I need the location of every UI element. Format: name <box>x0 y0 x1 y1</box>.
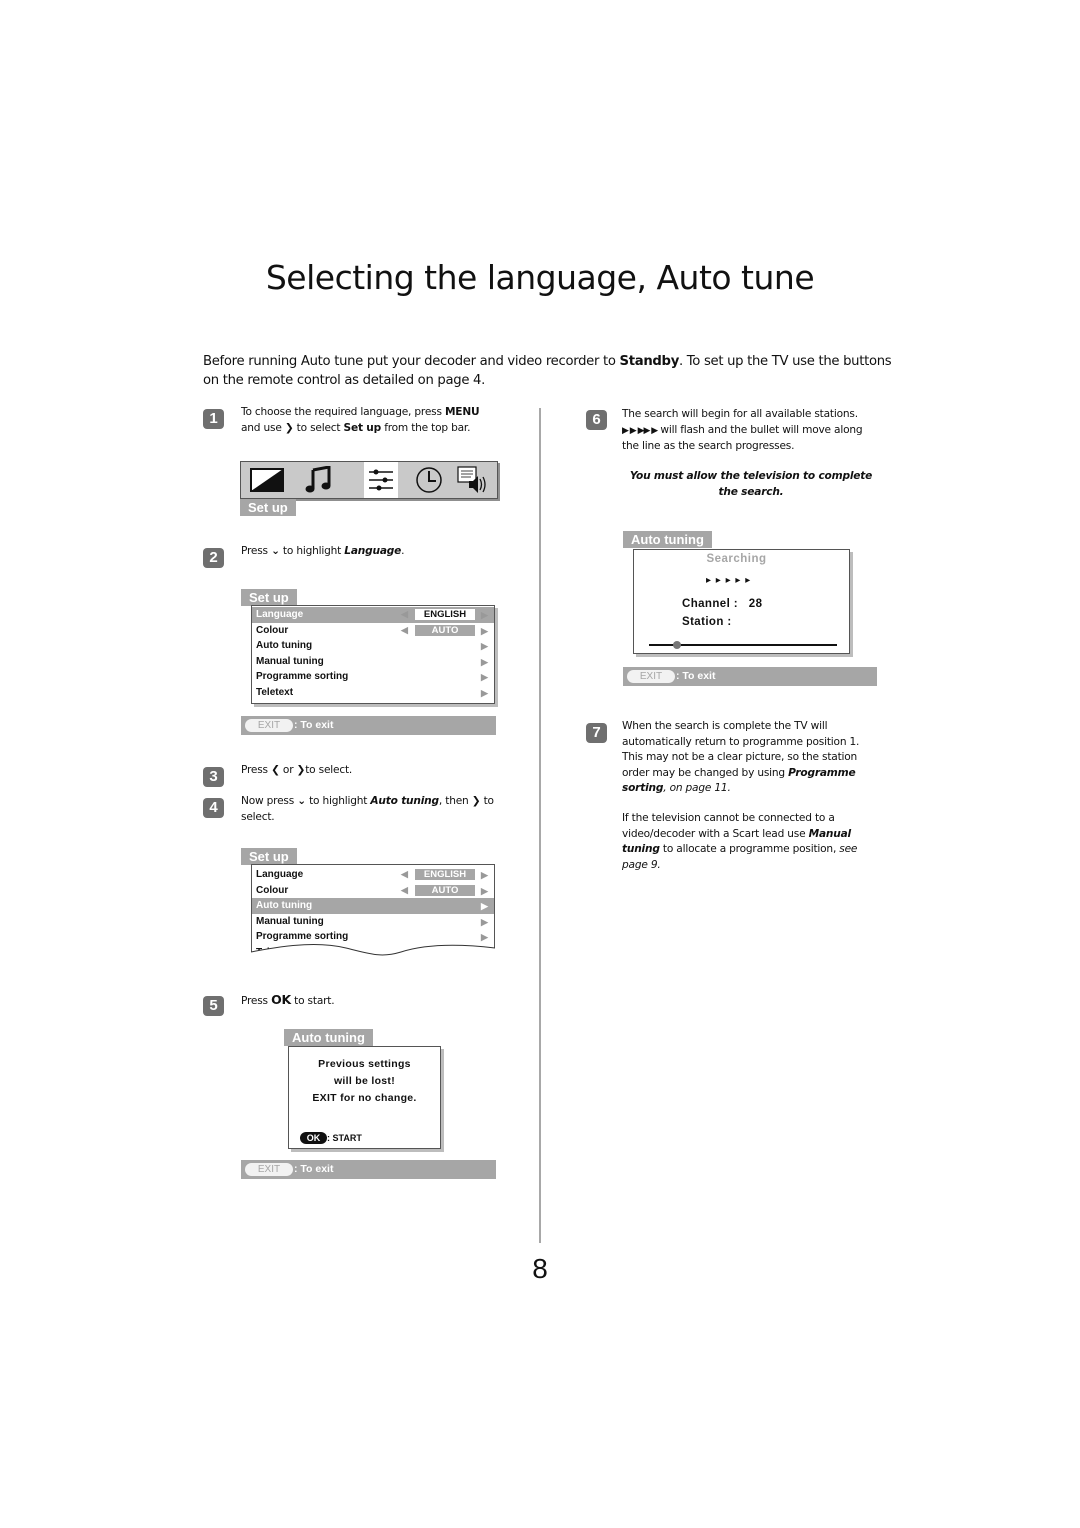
colour-value[interactable]: AUTO <box>415 884 475 896</box>
left-arrow-icon: ❮ <box>271 764 280 776</box>
step-badge-1: 1 <box>203 409 224 429</box>
right-arrow-icon[interactable]: ▶ <box>481 884 488 900</box>
column-divider <box>539 408 541 1243</box>
language-value[interactable]: ENGLISH <box>415 609 475 620</box>
auto-tuning-title: Auto tuning <box>284 1029 373 1047</box>
right-arrow-icon[interactable]: ▶ <box>481 868 488 884</box>
auto-tuning-search: Searching ▸ ▸ ▸ ▸ ▸ Channel : 28 Station… <box>633 549 850 654</box>
left-arrow-icon[interactable]: ◀ <box>401 623 408 639</box>
exit-bar: EXIT: To exit <box>623 667 877 686</box>
step-badge-6: 6 <box>586 410 607 430</box>
left-arrow-icon[interactable]: ◀ <box>401 883 408 899</box>
right-arrow-icon: ▶ <box>481 641 488 651</box>
right-arrow-icon: ▶ <box>481 916 488 927</box>
menu-row-auto-tuning[interactable]: Auto tuning ▶ <box>252 898 494 914</box>
search-progress-bullet <box>673 641 682 649</box>
step-badge-5: 5 <box>203 996 224 1016</box>
menu-top-bar <box>240 461 498 499</box>
menu-row-language[interactable]: Language ◀ ENGLISH ▶ <box>252 867 494 883</box>
search-arrows-icon: ▸ ▸ ▸ ▸ ▸ <box>706 575 752 586</box>
menu-row-auto-tuning[interactable]: Auto tuning ▶ <box>252 638 494 654</box>
page-number: 8 <box>532 1253 548 1284</box>
step-7-text: When the search is complete the TV will … <box>622 720 860 794</box>
right-arrow-icon: ▶ <box>481 687 488 698</box>
right-arrow-icon: ▶ <box>481 656 488 667</box>
colour-value[interactable]: AUTO <box>415 624 475 636</box>
channel-row: Channel : 28 <box>682 598 763 610</box>
down-arrow-icon: ⌄ <box>297 795 306 807</box>
setup-menu-auto-tuning: Language ◀ ENGLISH ▶ Colour ◀ AUTO ▶ Aut… <box>251 864 495 960</box>
torn-edge <box>251 944 495 960</box>
right-arrow-icon: ❯ <box>284 421 294 434</box>
ok-key[interactable]: OK <box>300 1132 327 1144</box>
exit-bar: EXIT: To exit <box>241 1160 496 1179</box>
step-badge-7: 7 <box>586 723 607 743</box>
right-arrow-icon[interactable]: ▶ <box>481 624 488 640</box>
auto-tuning-warning: Previous settings will be lost! EXIT for… <box>288 1046 441 1149</box>
page-title: Selecting the language, Auto tune <box>265 258 815 297</box>
menu-row-manual-tuning[interactable]: Manual tuning ▶ <box>252 914 494 930</box>
searching-status: Searching <box>706 553 767 565</box>
exit-key[interactable]: EXIT <box>245 1163 293 1176</box>
step-3-text: Press ❮ or ❯to select. <box>241 764 353 776</box>
step-badge-3: 3 <box>203 767 224 787</box>
down-arrow-icon: ⌄ <box>271 545 280 557</box>
step-7-note: If the television cannot be connected to… <box>622 812 858 871</box>
exit-key[interactable]: EXIT <box>245 719 293 732</box>
right-arrow-icon[interactable]: ▶ <box>481 608 488 624</box>
step-5-text: Press OK to start. <box>241 992 335 1007</box>
menu-row-language[interactable]: Language ◀ ENGLISH ▶ <box>252 607 494 623</box>
menu-row-teletext[interactable]: Teletext ▶ <box>252 685 494 701</box>
step-badge-4: 4 <box>203 798 224 818</box>
menu-row-colour[interactable]: Colour ◀ AUTO ▶ <box>252 623 494 639</box>
standby-keyword: Standby <box>619 354 680 369</box>
step-2-text: Press ⌄ to highlight Language. <box>241 545 405 557</box>
menu-row-programme-sorting[interactable]: Programme sorting ▶ <box>252 669 494 685</box>
search-note: You must allow the television to complet… <box>629 470 873 498</box>
right-arrow-icon: ▶ <box>481 672 488 682</box>
menu-row-colour[interactable]: Colour ◀ AUTO ▶ <box>252 883 494 899</box>
station-row: Station : <box>682 616 732 628</box>
step-badge-2: 2 <box>203 548 224 568</box>
setup-menu-language: Language ◀ ENGLISH ▶ Colour ◀ AUTO ▶ Aut… <box>251 605 495 704</box>
right-arrow-icon: ▶ <box>481 901 488 911</box>
intro-paragraph: Before running Auto tune put your decode… <box>203 354 892 388</box>
setup-tab: Set up <box>240 499 296 517</box>
exit-key[interactable]: EXIT <box>627 670 675 683</box>
channel-value: 28 <box>748 598 763 610</box>
step-1-text: To choose the required language, press M… <box>241 406 480 434</box>
search-arrows-icon: ▶ ▶ ▶▶ ▶ <box>622 425 658 436</box>
setup-icon[interactable] <box>364 462 398 498</box>
language-value[interactable]: ENGLISH <box>415 869 475 880</box>
left-arrow-icon[interactable]: ◀ <box>401 867 408 883</box>
menu-row-manual-tuning[interactable]: Manual tuning ▶ <box>252 654 494 670</box>
auto-tuning-title-2: Auto tuning <box>623 531 712 549</box>
picture-icon[interactable] <box>241 462 292 498</box>
step-6-text: The search will begin for all available … <box>622 408 863 452</box>
teletext-sound-icon[interactable] <box>446 462 497 498</box>
sound-icon[interactable] <box>292 462 343 498</box>
right-arrow-icon: ❯ <box>296 764 306 776</box>
left-arrow-icon[interactable]: ◀ <box>401 607 408 623</box>
step-4-text: Now press ⌄ to highlight Auto tuning, th… <box>241 795 494 823</box>
exit-bar: EXIT: To exit <box>241 716 496 735</box>
